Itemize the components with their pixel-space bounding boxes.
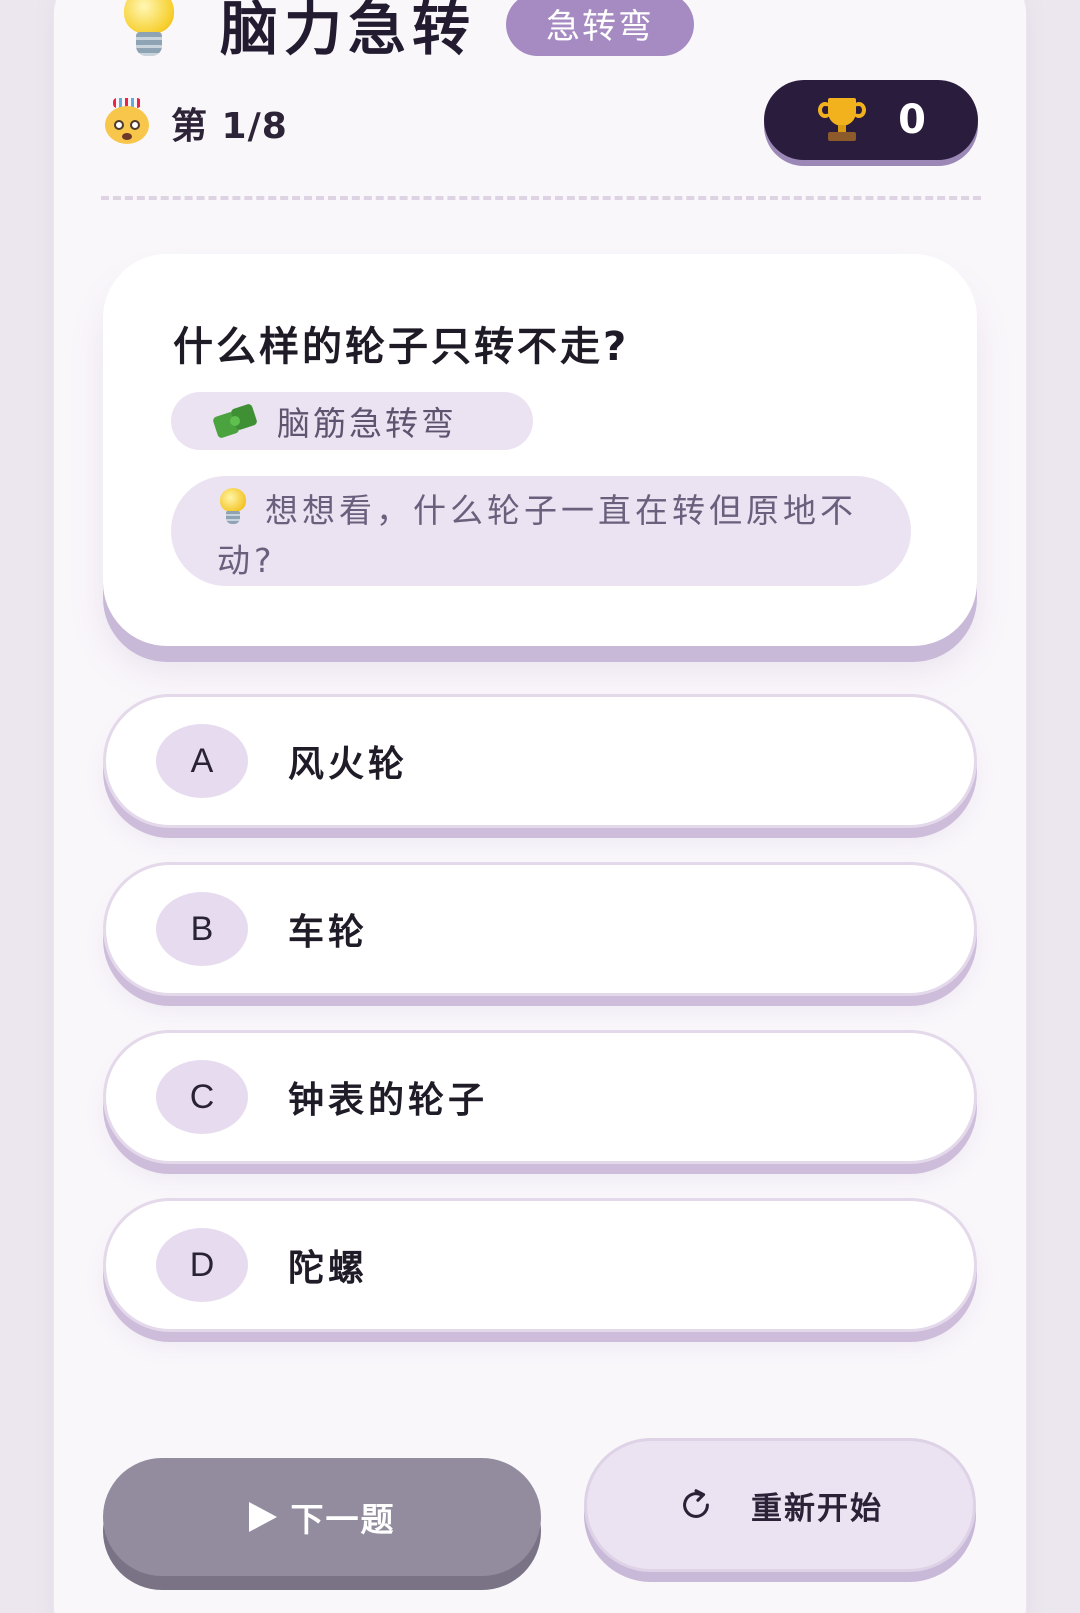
option-text: 陀螺 [288,1248,369,1289]
exploding-head-icon [103,98,151,144]
option-c-button[interactable]: C 钟表的轮子 [103,1030,977,1164]
play-icon [248,1502,277,1532]
puzzle-icon [212,402,259,440]
option-d-button[interactable]: D 陀螺 [103,1198,977,1332]
option-text: 风火轮 [288,744,409,785]
option-text: 钟表的轮子 [288,1080,489,1121]
option-letter: B [156,892,248,966]
progress-text: 第 1/8 [171,106,288,147]
option-b-button[interactable]: B 车轮 [103,862,977,996]
header-divider [101,196,981,200]
next-button-label: 下一题 [290,1500,396,1539]
next-question-button[interactable]: 下一题 [103,1458,541,1576]
restart-button-label: 重新开始 [751,1490,883,1527]
refresh-icon [683,1489,709,1518]
score-badge: 0 [764,80,978,160]
category-text: 脑筋急转弯 [277,404,457,443]
restart-button[interactable]: 重新开始 [584,1438,976,1572]
option-letter: C [156,1060,248,1134]
option-letter: A [156,724,248,798]
lightbulb-icon [118,0,180,60]
app-title: 脑力急转 [220,0,477,63]
title-row: 脑力急转 急转弯 [118,0,695,64]
title-badge: 急转弯 [506,0,695,56]
progress-indicator: 第 1/8 [103,98,288,148]
trophy-icon [816,98,868,142]
hint-text: 想想看，什么轮子一直在转但原地不动? [217,491,857,580]
question-text: 什么样的轮子只转不走? [173,324,630,370]
option-a-button[interactable]: A 风火轮 [103,694,977,828]
option-text: 车轮 [288,912,369,953]
category-tag: 脑筋急转弯 [171,392,533,450]
score-value: 0 [898,97,926,143]
hint-box: 想想看，什么轮子一直在转但原地不动? [171,476,911,586]
question-card: 什么样的轮子只转不走? 脑筋急转弯 想想看，什么轮子一直在转但原地不动? [103,254,977,646]
lightbulb-icon [217,488,249,528]
option-letter: D [156,1228,248,1302]
